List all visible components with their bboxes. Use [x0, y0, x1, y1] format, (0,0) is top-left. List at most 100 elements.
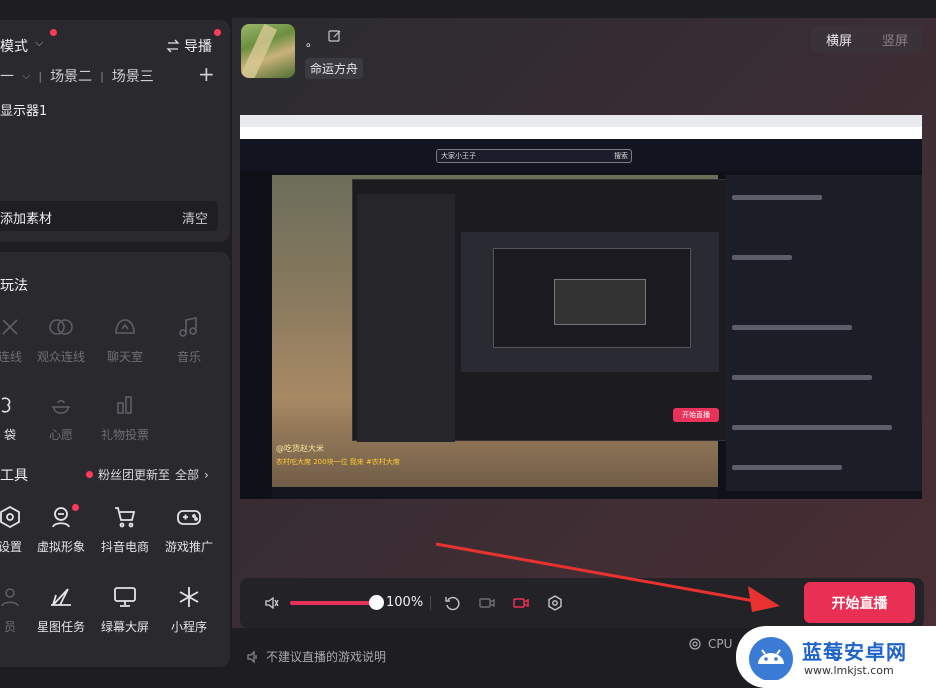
volume-value: 100%	[386, 595, 424, 610]
chevron-down-icon[interactable]: ⌵	[22, 69, 30, 83]
tool-green-screen[interactable]: 绿幕大屏	[90, 580, 160, 635]
category-tag[interactable]: 命运方舟	[305, 58, 364, 79]
notification-dot	[214, 29, 221, 36]
live-preview-canvas[interactable]: 大家小王子 搜索 开始直播 @吃货赵大米 农村吃大席 200块一位 我来 #农村…	[240, 115, 922, 499]
nested-sidebar	[357, 194, 455, 442]
room-cover-image[interactable]	[241, 24, 295, 78]
play-audience-link[interactable]: 观众连线	[26, 310, 96, 365]
scene-tab-2[interactable]: 场景二	[50, 66, 92, 86]
bag-icon	[1, 397, 11, 413]
game-note-text: 不建议直播的游戏说明	[266, 650, 387, 664]
play-music-label: 音乐	[176, 350, 201, 364]
play-section-title: 玩法	[0, 278, 28, 294]
notification-dot	[86, 471, 93, 478]
scene-tab-1[interactable]: 一	[0, 66, 14, 86]
add-material-button[interactable]: 添加素材	[0, 208, 52, 227]
tool-ecommerce[interactable]: 抖音电商	[90, 500, 160, 555]
gamepad-icon	[177, 510, 201, 525]
landscape-button[interactable]: 横屏	[826, 30, 852, 49]
play-music[interactable]: 音乐	[154, 310, 224, 365]
play-chat-room[interactable]: 聊天室	[90, 310, 160, 365]
wish-icon	[52, 399, 70, 414]
fans-update-note[interactable]: 粉丝团更新至 全部 ›	[86, 466, 209, 483]
browser-tabbar	[240, 115, 922, 127]
tool-game-promo-label: 游戏推广	[164, 540, 213, 554]
arrow-annotation	[435, 542, 780, 612]
source-item-monitor[interactable]: 显示器1	[0, 100, 47, 119]
cpu-label: CPU	[708, 637, 733, 651]
star-map-icon	[51, 588, 71, 606]
play-chat-room-label: 聊天室	[106, 350, 143, 364]
nested-start-button: 开始直播	[673, 408, 719, 422]
chevron-right-icon: ›	[204, 467, 209, 482]
add-scene-icon[interactable]: +	[198, 62, 215, 86]
mode-selector[interactable]: 模式	[0, 36, 28, 56]
play-wish-label: 心愿	[48, 428, 73, 442]
settings-icon	[0, 505, 20, 529]
tool-avatar-label: 虚拟形象	[36, 540, 85, 554]
music-icon	[179, 317, 197, 337]
cpu-status: CPU	[688, 637, 732, 651]
tools-section-title: 工具	[0, 468, 28, 484]
mini-program-icon	[179, 587, 199, 607]
tool-ecommerce-label: 抖音电商	[100, 540, 149, 554]
game-note-link[interactable]: 不建议直播的游戏说明	[246, 648, 386, 665]
chat-room-icon	[115, 319, 135, 334]
browser-addressbar	[240, 127, 922, 139]
all-tools-link[interactable]: 全部	[175, 466, 199, 483]
video-description: 农村吃大席 200块一位 我来 #农村大席	[276, 458, 400, 466]
volume-slider-track[interactable]	[290, 601, 378, 605]
play-audience-link-label: 观众连线	[36, 350, 85, 364]
portrait-button[interactable]: 竖屏	[882, 30, 908, 49]
volume-slider-handle[interactable]	[369, 595, 384, 610]
chevron-down-icon[interactable]: ⌵	[35, 36, 43, 50]
monitor-icon	[114, 587, 136, 607]
watermark-url: www.lmkjst.com	[804, 664, 894, 677]
watermark-title: 蓝莓安卓网	[802, 640, 907, 664]
tool-avatar[interactable]: 虚拟形象	[26, 500, 96, 555]
orientation-toggle: 横屏 竖屏	[811, 25, 923, 53]
clear-button[interactable]: 清空	[182, 208, 208, 227]
avatar-icon	[52, 507, 70, 528]
swap-icon	[166, 39, 180, 53]
member-icon	[1, 588, 19, 607]
play-gift-vote[interactable]: 礼物投票	[90, 388, 160, 443]
fans-note-text: 粉丝团更新至	[98, 468, 171, 482]
comment-panel	[726, 175, 922, 491]
start-live-button[interactable]: 开始直播	[804, 582, 915, 623]
play-gift-vote-label: 礼物投票	[100, 428, 149, 442]
divider: |	[38, 69, 43, 83]
site-watermark: 蓝莓安卓网 www.lmkjst.com	[736, 626, 936, 688]
nested-preview	[461, 232, 719, 372]
director-label: 导播	[184, 39, 212, 55]
site-search-button: 搜索	[614, 152, 628, 160]
audience-link-icon	[49, 319, 73, 335]
gift-vote-icon	[117, 396, 132, 414]
scene-tabs: 一 ⌵ | 场景二 | 场景三	[0, 66, 154, 86]
android-logo-icon	[749, 637, 793, 680]
speaker-icon	[247, 650, 257, 663]
nested-preview-2	[493, 248, 691, 348]
video-progress-bar	[272, 487, 718, 499]
video-author: @吃货赵大米	[276, 444, 324, 453]
tool-game-promo[interactable]: 游戏推广	[154, 500, 224, 555]
scene-tab-3[interactable]: 场景三	[112, 66, 154, 86]
cpu-icon	[689, 638, 701, 650]
tool-mini-program-label: 小程序	[170, 620, 207, 634]
notification-dot	[72, 504, 79, 511]
tool-mini-program[interactable]: 小程序	[154, 580, 224, 635]
room-title: 。	[306, 35, 319, 49]
add-material-bar: 添加素材 清空	[0, 201, 218, 231]
site-search-box: 大家小王子 搜索	[436, 149, 632, 163]
edit-icon[interactable]	[328, 28, 342, 47]
site-search-text: 大家小王子	[441, 152, 476, 160]
director-button[interactable]: 导播	[166, 36, 212, 56]
play-wish[interactable]: 心愿	[26, 388, 96, 443]
notification-dot	[50, 29, 57, 36]
link-icon	[2, 319, 18, 335]
tool-star-map-label: 星图任务	[36, 620, 85, 634]
tool-green-screen-label: 绿幕大屏	[100, 620, 149, 634]
tool-star-map[interactable]: 星图任务	[26, 580, 96, 635]
speaker-icon[interactable]	[264, 595, 280, 611]
video-frame: 开始直播 @吃货赵大米 农村吃大席 200块一位 我来 #农村大席	[272, 175, 834, 491]
